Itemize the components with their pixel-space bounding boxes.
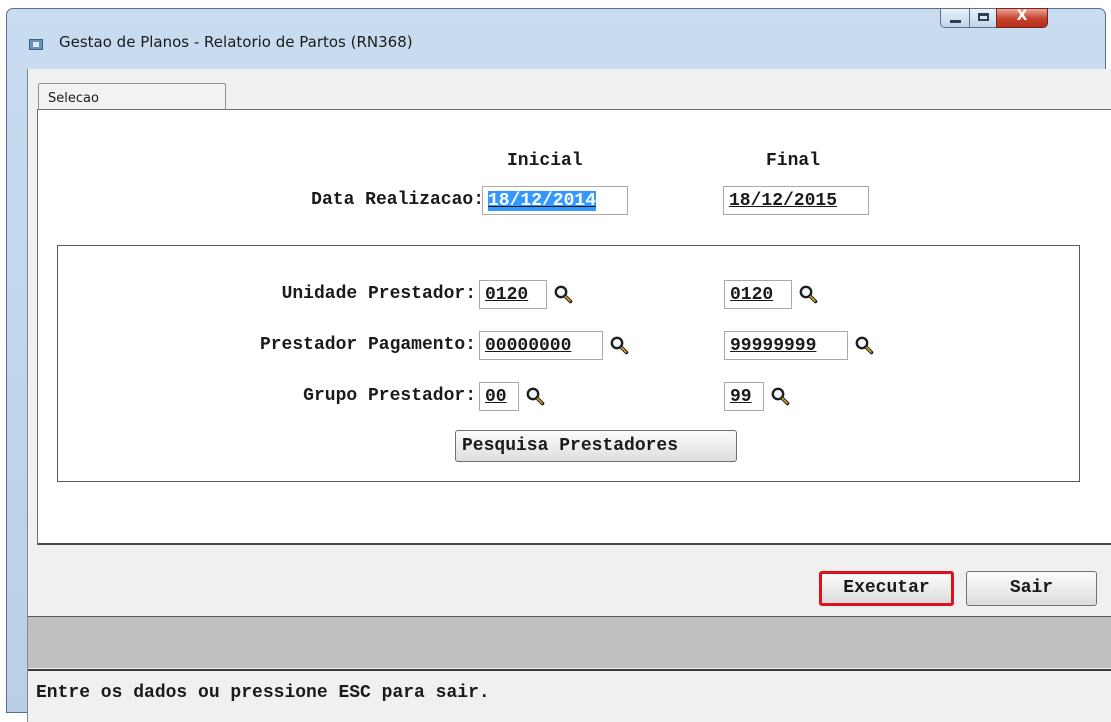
prestador-pagamento-inicial-value: 00000000 — [485, 336, 572, 356]
app-icon — [29, 39, 43, 50]
unidade-prestador-label: Unidade Prestador: — [281, 284, 476, 304]
maximize-icon — [978, 13, 989, 21]
unidade-prestador-final-value: 0120 — [730, 285, 774, 305]
data-realizacao-inicial-input[interactable]: 18/12/2014 — [482, 186, 628, 215]
tab-selecao[interactable]: Selecao — [38, 83, 226, 110]
data-realizacao-label: Data Realizacao: — [311, 190, 484, 210]
close-icon: X — [1016, 8, 1028, 24]
unidade-prestador-inicial-value: 0120 — [485, 285, 529, 305]
selection-panel: Inicial Final Data Realizacao: 18/12/201… — [37, 109, 1111, 545]
prestador-pagamento-label: Prestador Pagamento: — [259, 335, 476, 355]
data-realizacao-final-value: 18/12/2015 — [729, 191, 838, 211]
window-title: Gestao de Planos - Relatorio de Partos (… — [59, 33, 413, 51]
message-bar — [28, 617, 1111, 668]
close-button[interactable]: X — [996, 8, 1048, 28]
sair-button[interactable]: Sair — [966, 571, 1097, 606]
prestador-pagamento-inicial-input[interactable]: 00000000 — [479, 331, 603, 360]
grupo-prestador-final-input[interactable]: 99 — [724, 382, 764, 411]
status-bar: Entre os dados ou pressione ESC para sai… — [28, 669, 1111, 722]
search-icon[interactable] — [798, 284, 818, 304]
data-realizacao-inicial-value: 18/12/2014 — [488, 191, 597, 211]
data-realizacao-final-input[interactable]: 18/12/2015 — [723, 186, 869, 215]
search-icon[interactable] — [525, 386, 545, 406]
search-icon[interactable] — [609, 335, 629, 355]
header-final: Final — [766, 151, 821, 171]
minimize-icon — [950, 20, 961, 23]
grupo-prestador-final-value: 99 — [730, 387, 752, 407]
executar-button[interactable]: Executar — [819, 571, 954, 606]
title-bar: Gestao de Planos - Relatorio de Partos (… — [7, 8, 1105, 69]
search-icon[interactable] — [770, 386, 790, 406]
minimize-button[interactable] — [940, 8, 970, 28]
prestador-pagamento-final-value: 99999999 — [730, 336, 817, 356]
grupo-prestador-label: Grupo Prestador: — [303, 386, 476, 406]
unidade-prestador-final-input[interactable]: 0120 — [724, 280, 792, 309]
maximize-button[interactable] — [969, 8, 997, 28]
unidade-prestador-inicial-input[interactable]: 0120 — [479, 280, 547, 309]
app-window: Gestao de Planos - Relatorio de Partos (… — [6, 8, 1111, 722]
grupo-prestador-inicial-input[interactable]: 00 — [479, 382, 519, 411]
search-icon[interactable] — [553, 284, 573, 304]
search-icon[interactable] — [854, 335, 874, 355]
prestador-pagamento-final-input[interactable]: 99999999 — [724, 331, 848, 360]
header-inicial: Inicial — [507, 151, 583, 171]
grupo-prestador-inicial-value: 00 — [485, 387, 507, 407]
tab-label: Selecao — [48, 91, 99, 106]
status-text: Entre os dados ou pressione ESC para sai… — [36, 683, 490, 703]
client-area: Selecao Inicial Final Data Realizacao: 1… — [27, 69, 1111, 722]
pesquisa-prestadores-button[interactable]: Pesquisa Prestadores — [455, 430, 737, 462]
